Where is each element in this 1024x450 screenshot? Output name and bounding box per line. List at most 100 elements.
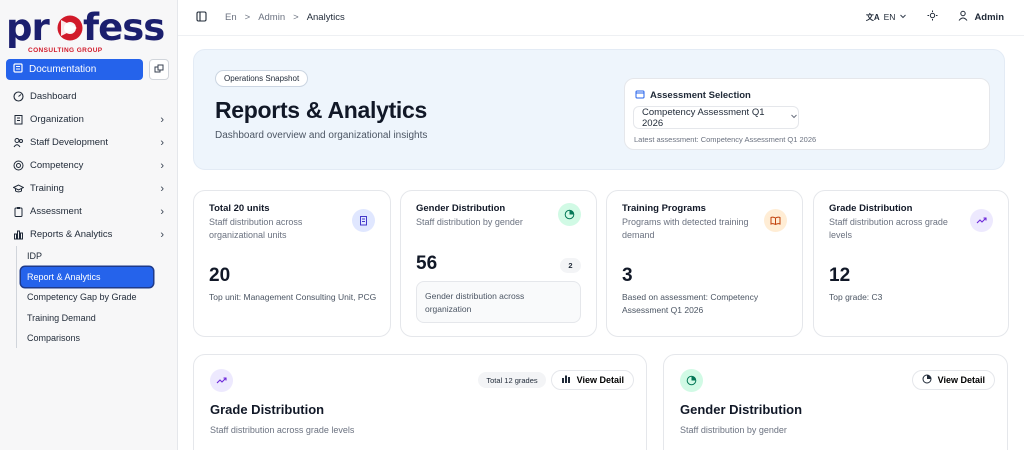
theme-toggle-sun-icon[interactable] (927, 10, 938, 24)
card-title: Training Programs (622, 203, 706, 214)
sidebar-item-label: Staff Development (30, 137, 108, 148)
card-footer: Based on assessment: Competency Assessme… (622, 292, 759, 315)
sidebar-item-reports-analytics[interactable]: Reports & Analytics › (0, 223, 178, 246)
card-subtitle: Programs with detected training demand (622, 217, 749, 240)
sidebar-toggle-icon[interactable] (196, 9, 207, 27)
total-grades-badge: Total 12 grades (478, 372, 546, 388)
gender-distribution-panel: View Detail Gender Distribution Staff di… (663, 354, 1008, 450)
sidebar-subitem-training-demand[interactable]: Training Demand (21, 308, 178, 328)
sidebar-subitem-comparisons[interactable]: Comparisons (21, 328, 178, 348)
card-subtitle: Staff distribution by gender (416, 217, 523, 227)
card-title: Grade Distribution (829, 203, 913, 214)
chevron-right-icon: › (160, 228, 164, 241)
chevron-right-icon: › (160, 205, 164, 218)
documentation-button[interactable]: Documentation (6, 59, 143, 80)
open-book-icon (764, 209, 787, 232)
chevron-down-icon (899, 12, 907, 23)
svg-text:pr: pr (6, 8, 50, 49)
view-detail-label: View Detail (937, 375, 985, 385)
assessment-select-value: Competency Assessment Q1 2026 (642, 106, 765, 129)
language-selector[interactable]: 文A EN (866, 12, 908, 23)
sidebar-item-label: Dashboard (30, 91, 77, 102)
latest-assessment-note: Latest assessment: Competency Assessment… (634, 135, 817, 144)
windows-icon (154, 61, 164, 79)
chevron-right-icon: › (160, 113, 164, 126)
sidebar-item-training[interactable]: Training › (0, 177, 178, 200)
profess-logo-icon: pr fess CONSULTING GROUP (6, 6, 165, 54)
bar-chart-icon (561, 374, 571, 386)
pie-chart-icon (922, 374, 932, 386)
user-icon (958, 10, 968, 24)
dashboard-icon (12, 91, 24, 103)
breadcrumb-item-en[interactable]: En (225, 12, 237, 23)
sidebar-item-label: Assessment (30, 206, 82, 217)
pie-chart-icon (558, 203, 581, 226)
stat-card-training: Training Programs Programs with detected… (606, 190, 803, 337)
sidebar-subitem-report-analytics[interactable]: Report & Analytics (21, 266, 153, 287)
main-content: En > Admin > Analytics 文A EN Admin Opera… (178, 0, 1024, 450)
stat-card-gender: Gender Distribution Staff distribution b… (400, 190, 597, 337)
sidebar-subitem-idp[interactable]: IDP (21, 246, 178, 266)
page-title: Reports & Analytics (215, 97, 428, 123)
user-name: Admin (974, 11, 1004, 23)
reports-submenu: IDP Report & Analytics Competency Gap by… (16, 246, 178, 348)
user-menu[interactable]: Admin (958, 10, 1004, 24)
sidebar-item-competency[interactable]: Competency › (0, 154, 178, 177)
clipboard-icon (12, 206, 24, 218)
gender-info-box: Gender distribution across organization (416, 281, 581, 323)
card-footer: Top grade: C3 (829, 292, 883, 302)
sidebar-item-dashboard[interactable]: Dashboard (0, 85, 178, 108)
sidebar-item-label: Organization (30, 114, 84, 125)
sidebar-item-label: Training (30, 183, 64, 194)
page-subtitle: Dashboard overview and organizational in… (215, 130, 428, 141)
breadcrumb-item-admin[interactable]: Admin (258, 12, 285, 23)
building-icon (12, 114, 24, 126)
chevron-right-icon: › (160, 182, 164, 195)
top-bar: En > Admin > Analytics 文A EN Admin (178, 0, 1024, 36)
translate-icon: 文A (865, 12, 880, 22)
hero-banner: Operations Snapshot Reports & Analytics … (193, 49, 1005, 170)
trending-up-icon (210, 369, 233, 392)
card-subtitle: Staff distribution across grade levels (829, 217, 948, 240)
gender-count-badge: 2 (560, 258, 581, 273)
svg-text:fess: fess (83, 8, 164, 49)
sidebar-item-staff-development[interactable]: Staff Development › (0, 131, 178, 154)
users-icon (12, 137, 24, 149)
assessment-heading-label: Assessment Selection (650, 90, 751, 101)
documentation-label: Documentation (29, 64, 97, 75)
stat-card-grade: Grade Distribution Staff distribution ac… (813, 190, 1009, 337)
card-value: 20 (209, 265, 231, 286)
breadcrumb-item-analytics: Analytics (306, 12, 345, 23)
language-label: EN (883, 12, 896, 22)
card-title: Gender Distribution (416, 203, 506, 214)
chevron-right-icon: › (160, 159, 164, 172)
sidebar-item-label: Competency (30, 160, 84, 171)
chevron-down-icon (790, 112, 798, 123)
panel-title: Gender Distribution (680, 402, 803, 417)
external-link-button[interactable] (149, 59, 169, 80)
building-icon (352, 209, 375, 232)
grade-distribution-panel: Total 12 grades View Detail Grade Distri… (193, 354, 647, 450)
trending-up-icon (970, 209, 993, 232)
sidebar-subitem-competency-gap[interactable]: Competency Gap by Grade (21, 287, 178, 307)
sidebar-nav: Dashboard Organization › Staff Developme… (0, 85, 178, 349)
card-footer: Top unit: Management Consulting Unit, PC… (209, 292, 377, 302)
pie-chart-icon (680, 369, 703, 392)
operations-snapshot-pill: Operations Snapshot (215, 70, 309, 87)
graduation-cap-icon (12, 183, 24, 195)
assessment-heading: Assessment Selection (635, 89, 751, 102)
card-value: 56 (416, 253, 438, 274)
sidebar-item-assessment[interactable]: Assessment › (0, 200, 178, 223)
card-title: Total 20 units (209, 203, 270, 214)
view-detail-label: View Detail (576, 375, 624, 385)
assessment-select[interactable]: Competency Assessment Q1 2026 (633, 106, 799, 129)
view-detail-button[interactable]: View Detail (911, 370, 995, 390)
card-subtitle: Staff distribution across organizational… (209, 217, 303, 240)
panel-subtitle: Staff distribution across grade levels (210, 425, 355, 435)
view-detail-button[interactable]: View Detail (550, 370, 634, 390)
breadcrumb-separator: > (244, 12, 251, 23)
sidebar-item-organization[interactable]: Organization › (0, 108, 178, 131)
target-icon (12, 160, 24, 172)
brand-logo: pr fess CONSULTING GROUP (6, 6, 172, 54)
calendar-icon (635, 89, 645, 102)
